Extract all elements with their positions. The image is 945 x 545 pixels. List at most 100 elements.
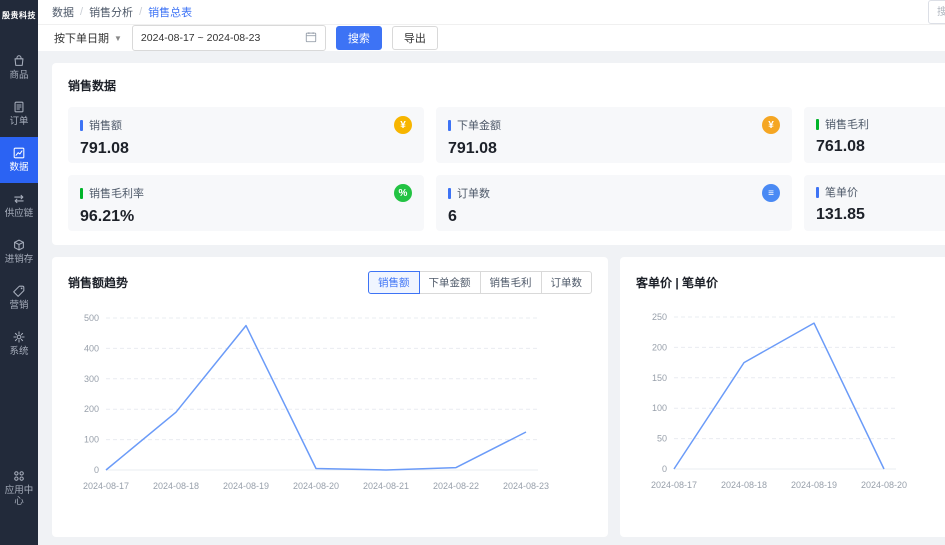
svg-text:100: 100 xyxy=(652,403,667,413)
sales-trend-chart: 0 100 200 300 400 500 2024-08-17 2024-08-18 2024… xyxy=(68,306,592,498)
sidebar-item-label: 应用中心 xyxy=(4,485,34,508)
trend-tab-订单数[interactable]: 订单数 xyxy=(540,271,592,294)
metric-value: 6 xyxy=(448,208,457,225)
date-type-label: 按下单日期 xyxy=(54,33,109,45)
metric-top: 下单金额 ¥ xyxy=(448,116,780,134)
metrics-grid: 销售额 ¥791.08 下单金额 ¥791.08 销售毛利 761.08 销售毛利率% 96.… xyxy=(68,107,945,231)
sidebar-item-inventory[interactable]: 进销存 xyxy=(0,229,38,275)
order-count-icon: ≡ xyxy=(762,184,780,202)
price-per-order-header: 客单价 | 笔单价 xyxy=(636,271,945,293)
svg-text:2024-08-18: 2024-08-18 xyxy=(153,481,199,491)
content-area: 销售数据 销售额 ¥791.08 下单金额 ¥791.08 销售毛利 761.08 销售毛利… xyxy=(38,51,945,545)
sidebar-item-label: 商品 xyxy=(9,70,29,81)
breadcrumb-separator: / xyxy=(139,6,143,18)
charts-row: 销售额趋势 销售额 下单金额 销售毛利 订单数 0 100 200 300 400 500 202… xyxy=(52,257,945,537)
sidebar-item-orders[interactable]: 订单 xyxy=(0,91,38,137)
app-center-icon xyxy=(12,469,26,483)
top-bar: 数据 / 销售分析 / 销售总表 新手引导 xyxy=(38,0,945,25)
data-icon xyxy=(12,146,26,160)
marketing-icon xyxy=(12,284,26,298)
metric-top: 笔单价 xyxy=(816,184,945,200)
metric-value: 791.08 xyxy=(448,140,497,157)
sales-trend-card: 销售额趋势 销售额 下单金额 销售毛利 订单数 0 100 200 300 400 500 202… xyxy=(52,257,608,537)
app-logo: 殷贵科技 xyxy=(2,11,36,20)
metric-value: 131.85 xyxy=(816,206,865,223)
sidebar-footer: 应用中心 xyxy=(0,460,38,517)
sidebar-item-label: 进销存 xyxy=(4,253,34,265)
sidebar-nav: 商品订单数据供应链进销存营销系统 xyxy=(0,45,38,366)
metric-accent-bar xyxy=(448,187,451,199)
orders-icon xyxy=(12,100,26,114)
svg-text:2024-08-19: 2024-08-19 xyxy=(223,481,269,491)
svg-text:200: 200 xyxy=(84,404,99,414)
coin-icon: ¥ xyxy=(762,116,780,134)
svg-text:150: 150 xyxy=(652,373,667,383)
metric-value: 761.08 xyxy=(816,138,865,155)
svg-text:2024-08-19: 2024-08-19 xyxy=(791,480,837,490)
date-range-input[interactable]: 2024-08-17 ~ 2024-08-23 xyxy=(131,25,326,51)
metric-top: 销售毛利 xyxy=(816,116,945,132)
price-per-order-card: 客单价 | 笔单价 0 50 100 150 200 250 2024-08-17 2024-… xyxy=(620,257,945,537)
sidebar-item-system[interactable]: 系统 xyxy=(0,321,38,367)
svg-text:400: 400 xyxy=(84,343,99,353)
yuan-icon: ¥ xyxy=(394,116,412,134)
trend-tab-销售额[interactable]: 销售额 xyxy=(368,271,420,294)
calendar-icon xyxy=(305,31,317,46)
search-button[interactable]: 搜索 xyxy=(335,26,382,50)
breadcrumb-item[interactable]: 销售分析 xyxy=(89,4,133,20)
trend-tab-销售毛利[interactable]: 销售毛利 xyxy=(479,271,542,294)
metric-value: 96.21% xyxy=(80,208,135,225)
goods-icon xyxy=(12,54,26,68)
global-search-box[interactable] xyxy=(928,0,945,24)
sidebar-item-supply-chain[interactable]: 供应链 xyxy=(0,183,38,229)
svg-text:2024-08-17: 2024-08-17 xyxy=(651,480,697,490)
metric-top: 订单数 ≡ xyxy=(448,184,780,202)
svg-text:2024-08-20: 2024-08-20 xyxy=(861,480,907,490)
sidebar-item-data[interactable]: 数据 xyxy=(0,136,38,183)
svg-text:2024-08-18: 2024-08-18 xyxy=(721,480,767,490)
svg-text:2024-08-22: 2024-08-22 xyxy=(433,481,479,491)
sidebar-item-app-center[interactable]: 应用中心 xyxy=(0,460,38,517)
breadcrumb-separator: / xyxy=(80,6,84,18)
chevron-down-icon: ▼ xyxy=(114,33,122,43)
metric-accent-bar xyxy=(816,118,819,130)
search-input[interactable] xyxy=(935,5,945,19)
breadcrumb-item[interactable]: 数据 xyxy=(52,4,74,20)
breadcrumb-item[interactable]: 销售总表 xyxy=(148,4,192,20)
date-range-value: 2024-08-17 ~ 2024-08-23 xyxy=(140,32,261,44)
sidebar-item-label: 供应链 xyxy=(4,207,34,219)
svg-text:200: 200 xyxy=(652,342,667,352)
sales-trend-header: 销售额趋势 销售额 下单金额 销售毛利 订单数 xyxy=(68,271,592,294)
line-chart-svg: 0 50 100 150 200 250 2024-08-17 2024-08-18 2024-… xyxy=(651,312,907,490)
metric-top: 销售额 ¥ xyxy=(80,116,412,134)
date-type-select[interactable]: 按下单日期 ▼ xyxy=(54,30,122,46)
svg-text:100: 100 xyxy=(84,435,99,445)
sidebar-item-label: 数据 xyxy=(9,161,29,173)
app-root: 殷贵科技 商品 订单 数据 供应链 进销存 营销 系统 应用中心 数据 / 销售分析 / 销售总表 … xyxy=(0,0,945,545)
topbar-right: 新手引导 xyxy=(928,0,945,24)
metric-tile: 销售额 ¥ 791.08 xyxy=(68,107,424,163)
svg-text:500: 500 xyxy=(84,313,99,323)
percent-icon: % xyxy=(394,184,412,202)
system-icon xyxy=(12,330,26,344)
metric-accent-bar xyxy=(816,186,819,198)
trend-tabs: 销售额 下单金额 销售毛利 订单数 xyxy=(368,271,592,294)
svg-text:0: 0 xyxy=(94,465,99,475)
metric-tile: 笔单价 131.85 xyxy=(804,175,945,231)
metric-label: 下单金额 xyxy=(457,120,501,132)
sidebar-item-marketing[interactable]: 营销 xyxy=(0,275,38,321)
metric-label: 销售毛利 xyxy=(825,119,869,131)
export-button[interactable]: 导出 xyxy=(391,26,438,50)
metric-value: 791.08 xyxy=(80,140,129,157)
sidebar-item-label: 营销 xyxy=(9,299,29,311)
metric-tile: 下单金额 ¥791.08 xyxy=(436,107,792,163)
svg-text:2024-08-23: 2024-08-23 xyxy=(503,481,549,491)
sidebar: 殷贵科技 商品订单数据供应链进销存营销系统 应用中心 xyxy=(0,0,38,545)
price-per-order-title: 客单价 | 笔单价 xyxy=(636,275,719,290)
trend-tab-下单金额[interactable]: 下单金额 xyxy=(418,271,481,294)
metric-accent-bar xyxy=(80,187,83,199)
metric-tile: 销售毛利率% 96.21% xyxy=(68,175,424,231)
sidebar-item-goods[interactable]: 商品 xyxy=(0,45,38,91)
line-chart-svg: 0 100 200 300 400 500 2024-08-17 2024-08-18 2024… xyxy=(83,313,549,491)
